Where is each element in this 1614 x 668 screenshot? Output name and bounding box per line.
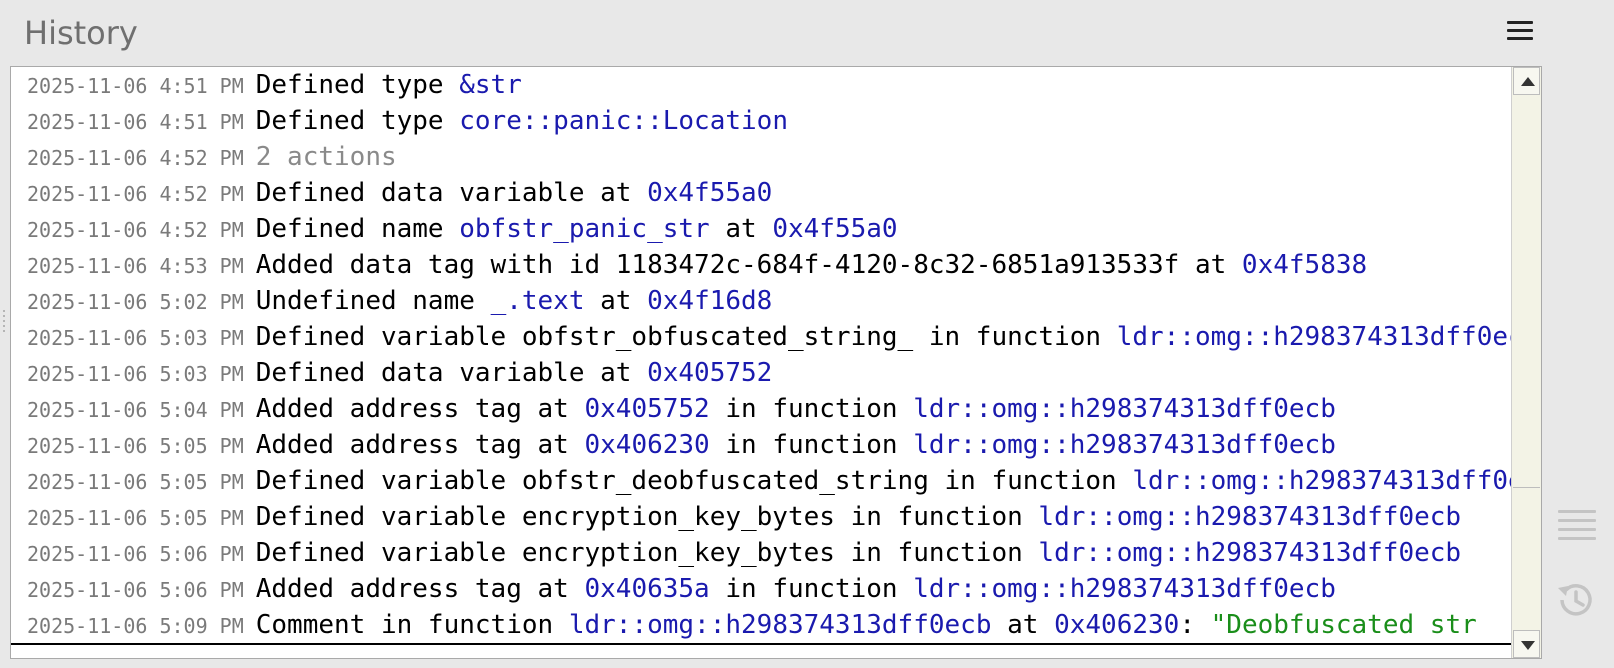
history-row[interactable]: 2025-11-06 5:03 PM Defined data variable … bbox=[11, 355, 1511, 391]
history-text: Added address tag at bbox=[255, 574, 585, 604]
panel-resize-grip[interactable] bbox=[3, 310, 7, 340]
history-text: in function bbox=[709, 430, 914, 460]
history-row[interactable]: 2025-11-06 5:02 PM Undefined name _.text … bbox=[11, 283, 1511, 319]
history-link[interactable]: 0x4f16d8 bbox=[647, 286, 772, 316]
history-text: in function bbox=[709, 574, 914, 604]
history-row[interactable]: 2025-11-06 5:05 PM Added address tag at 0… bbox=[11, 427, 1511, 463]
history-timestamp: 2025-11-06 5:06 PM bbox=[27, 542, 244, 566]
history-text: Defined variable encryption_key_bytes in… bbox=[255, 502, 1039, 532]
history-row[interactable]: 2025-11-06 4:52 PM Defined name obfstr_pa… bbox=[11, 211, 1511, 247]
history-row[interactable]: 2025-11-06 4:52 PM Defined data variable … bbox=[11, 175, 1511, 211]
history-timestamp: 2025-11-06 4:53 PM bbox=[27, 254, 244, 278]
history-text: Defined data variable at bbox=[255, 178, 648, 208]
history-row[interactable]: 2025-11-06 5:05 PM Defined variable encry… bbox=[11, 499, 1511, 535]
history-link[interactable]: 0x4f55a0 bbox=[647, 178, 772, 208]
history-row[interactable]: 2025-11-06 5:09 PM Comment in function ld… bbox=[11, 607, 1511, 645]
history-link[interactable]: obfstr_panic_str bbox=[459, 214, 709, 244]
history-timestamp: 2025-11-06 5:03 PM bbox=[27, 362, 244, 386]
history-link[interactable]: 0x406230 bbox=[584, 430, 709, 460]
history-text: at bbox=[709, 214, 773, 244]
history-list: 2025-11-06 4:51 PM Defined type &str 2025-… bbox=[11, 67, 1511, 658]
history-clock-icon[interactable] bbox=[1554, 578, 1598, 622]
history-link[interactable]: ldr::omg::h298374313dff0ecb bbox=[913, 430, 1336, 460]
history-text: Added data tag with id 1183472c-684f-412… bbox=[255, 250, 1242, 280]
history-timestamp: 2025-11-06 5:05 PM bbox=[27, 434, 244, 458]
history-timestamp: 2025-11-06 5:05 PM bbox=[27, 470, 244, 494]
history-row[interactable]: 2025-11-06 4:52 PM 2 actions bbox=[11, 139, 1511, 175]
history-row[interactable]: 2025-11-06 5:05 PM Defined variable obfst… bbox=[11, 463, 1511, 499]
vertical-scrollbar[interactable] bbox=[1511, 67, 1541, 658]
history-list-panel: 2025-11-06 4:51 PM Defined type &str 2025-… bbox=[10, 66, 1542, 659]
history-timestamp: 2025-11-06 5:05 PM bbox=[27, 506, 244, 530]
history-timestamp: 2025-11-06 4:52 PM bbox=[27, 182, 244, 206]
history-link[interactable]: 0x406230 bbox=[1054, 610, 1179, 640]
history-text: Defined variable obfstr_deobfuscated_str… bbox=[255, 466, 1133, 496]
history-row[interactable]: 2025-11-06 4:51 PM Defined type &str bbox=[11, 67, 1511, 103]
history-link[interactable]: 0x4f55a0 bbox=[772, 214, 897, 244]
history-row[interactable]: 2025-11-06 5:03 PM Defined variable obfst… bbox=[11, 319, 1511, 355]
history-link[interactable]: ldr::omg::h298374313dff0ecb bbox=[569, 610, 992, 640]
document-lines-icon[interactable] bbox=[1558, 510, 1596, 546]
history-text: Defined variable encryption_key_bytes in… bbox=[255, 538, 1039, 568]
history-timestamp: 2025-11-06 4:52 PM bbox=[27, 146, 244, 170]
history-grouped-actions[interactable]: 2 actions bbox=[256, 142, 397, 172]
history-link[interactable]: _.text bbox=[491, 286, 585, 316]
history-link[interactable]: ldr::omg::h298374313dff0ecb bbox=[1117, 322, 1511, 352]
history-text: Defined variable obfstr_obfuscated_strin… bbox=[255, 322, 1117, 352]
history-link[interactable]: 0x4f5838 bbox=[1242, 250, 1367, 280]
history-timestamp: 2025-11-06 5:02 PM bbox=[27, 290, 244, 314]
panel-title: History bbox=[24, 14, 138, 52]
history-link[interactable]: core::panic::Location bbox=[459, 106, 788, 136]
scrollbar-thumb[interactable] bbox=[1513, 487, 1540, 627]
history-link[interactable]: ldr::omg::h298374313dff0ecb bbox=[913, 394, 1336, 424]
history-text: Defined type bbox=[255, 106, 460, 136]
history-text: Defined type bbox=[255, 70, 460, 100]
history-row[interactable]: 2025-11-06 4:53 PM Added data tag with id… bbox=[11, 247, 1511, 283]
history-text: Added address tag at bbox=[255, 394, 585, 424]
history-row[interactable]: 2025-11-06 5:04 PM Added address tag at 0… bbox=[11, 391, 1511, 427]
history-timestamp: 2025-11-06 5:03 PM bbox=[27, 326, 244, 350]
history-text: at bbox=[584, 286, 648, 316]
history-timestamp: 2025-11-06 5:06 PM bbox=[27, 578, 244, 602]
history-link[interactable]: ldr::omg::h298374313dff0ecb bbox=[1132, 466, 1511, 496]
history-text: Added address tag at bbox=[255, 430, 585, 460]
history-link[interactable]: 0x40635a bbox=[584, 574, 709, 604]
scroll-down-arrow-icon[interactable] bbox=[1513, 630, 1540, 658]
history-link[interactable]: ldr::omg::h298374313dff0ecb bbox=[1038, 538, 1461, 568]
history-text: Comment in function bbox=[255, 610, 569, 640]
history-timestamp: 2025-11-06 4:52 PM bbox=[27, 218, 244, 242]
history-link[interactable]: ldr::omg::h298374313dff0ecb bbox=[913, 574, 1336, 604]
history-timestamp: 2025-11-06 4:51 PM bbox=[27, 110, 244, 134]
history-link[interactable]: &str bbox=[459, 70, 522, 100]
history-link[interactable]: 0x405752 bbox=[584, 394, 709, 424]
history-link[interactable]: 0x405752 bbox=[647, 358, 772, 388]
history-row[interactable]: 2025-11-06 5:06 PM Added address tag at 0… bbox=[11, 571, 1511, 607]
history-text: in function bbox=[709, 394, 914, 424]
history-text: at bbox=[991, 610, 1055, 640]
history-text: Defined name bbox=[255, 214, 460, 244]
history-timestamp: 2025-11-06 5:09 PM bbox=[27, 614, 244, 638]
history-row[interactable]: 2025-11-06 5:06 PM Defined variable encry… bbox=[11, 535, 1511, 571]
history-link[interactable]: ldr::omg::h298374313dff0ecb bbox=[1038, 502, 1461, 532]
history-text: Undefined name bbox=[255, 286, 491, 316]
history-string-literal: "Deobfuscated str bbox=[1210, 610, 1477, 640]
scroll-up-arrow-icon[interactable] bbox=[1513, 67, 1540, 95]
history-header: History bbox=[0, 0, 1614, 66]
history-text: Defined data variable at bbox=[255, 358, 648, 388]
history-row[interactable]: 2025-11-06 4:51 PM Defined type core::pan… bbox=[11, 103, 1511, 139]
history-text: : bbox=[1179, 610, 1211, 640]
hamburger-menu-icon[interactable] bbox=[1506, 18, 1534, 46]
history-timestamp: 2025-11-06 5:04 PM bbox=[27, 398, 244, 422]
history-timestamp: 2025-11-06 4:51 PM bbox=[27, 74, 244, 98]
